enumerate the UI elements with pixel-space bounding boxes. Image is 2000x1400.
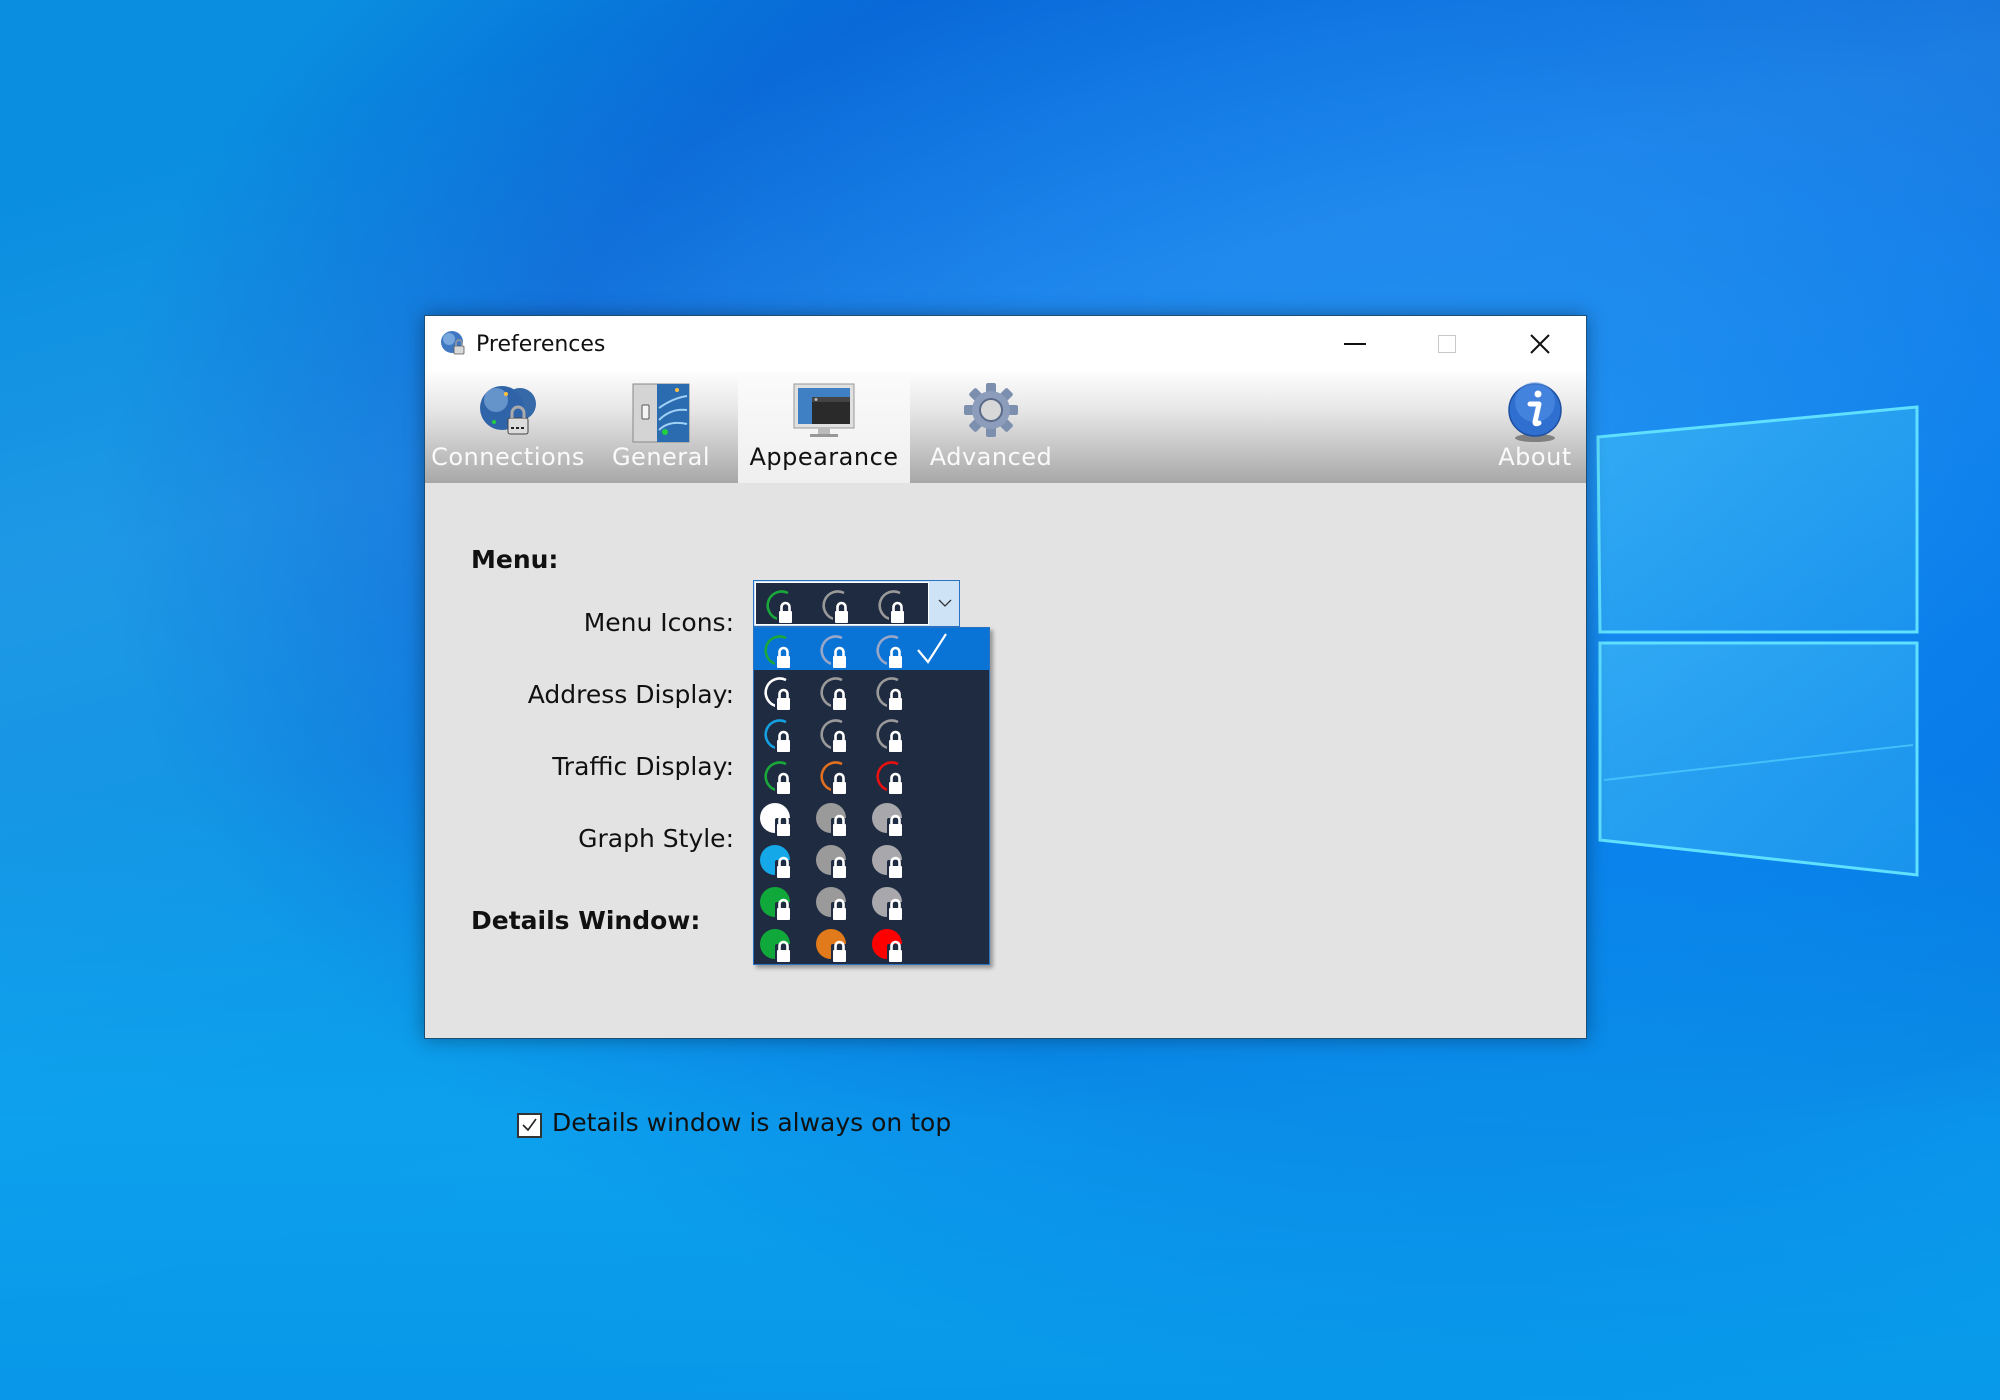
dropdown-option[interactable]	[754, 796, 989, 838]
maximize-button[interactable]	[1402, 316, 1492, 372]
tab-label: Appearance	[749, 443, 899, 471]
ring-lock-icon	[820, 677, 848, 710]
ring-lock-icon	[822, 590, 850, 623]
ring-lock-icon	[766, 590, 794, 623]
title-bar[interactable]: Preferences	[425, 316, 1586, 372]
icon-set	[758, 756, 908, 796]
disc-lock-icon	[760, 887, 792, 920]
close-button[interactable]	[1495, 316, 1585, 372]
ring-lock-icon	[876, 761, 904, 794]
info-icon	[1508, 382, 1562, 442]
ring-lock-icon	[764, 677, 792, 710]
tab-label: General	[611, 443, 711, 471]
dropdown-option[interactable]	[754, 880, 989, 922]
appearance-panel: Menu: Menu Icons: Address Display: Traff…	[425, 483, 1586, 1138]
dropdown-option[interactable]	[754, 838, 989, 880]
ring-lock-icon	[876, 719, 904, 752]
tab-advanced[interactable]: Advanced	[911, 372, 1071, 483]
traffic-display-label: Traffic Display:	[552, 752, 734, 781]
minimize-button[interactable]	[1310, 316, 1400, 372]
windows-logo-pane-top	[1596, 405, 1919, 634]
dropdown-option[interactable]	[754, 670, 989, 712]
dropdown-option[interactable]	[754, 922, 989, 964]
windows-logo-pane-bottom	[1598, 641, 1919, 877]
details-window-section-title: Details Window:	[471, 906, 701, 935]
tab-appearance[interactable]: Appearance	[738, 372, 910, 483]
switch-panel-icon	[632, 383, 690, 443]
selected-checkmark-icon	[917, 633, 947, 664]
icon-set	[758, 798, 908, 838]
disc-lock-icon	[816, 803, 848, 836]
gear-icon	[964, 383, 1018, 437]
minimize-icon	[1344, 343, 1366, 345]
tab-label: Advanced	[929, 443, 1053, 471]
disc-lock-icon	[872, 887, 904, 920]
ring-lock-icon	[764, 719, 792, 752]
icon-set	[758, 672, 908, 712]
dropdown-option[interactable]	[754, 628, 989, 670]
ring-lock-icon	[876, 677, 904, 710]
address-display-label: Address Display:	[527, 680, 734, 709]
disc-lock-icon	[872, 845, 904, 878]
icon-set	[760, 585, 910, 625]
menu-icons-dropdown-list[interactable]	[753, 627, 990, 965]
dropdown-option[interactable]	[754, 754, 989, 796]
maximize-icon	[1438, 335, 1456, 353]
menu-icons-current-value[interactable]	[755, 582, 929, 625]
ring-lock-icon	[878, 590, 906, 623]
icon-set	[758, 924, 908, 964]
tab-label: Connections	[431, 443, 585, 471]
menu-icons-label: Menu Icons:	[583, 608, 734, 637]
icon-set	[758, 882, 908, 922]
disc-lock-icon	[816, 929, 848, 962]
dropdown-button[interactable]	[930, 581, 959, 626]
ring-lock-icon	[764, 761, 792, 794]
disc-lock-icon	[872, 803, 904, 836]
monitor-icon	[793, 383, 855, 437]
globe-lock-icon	[480, 386, 536, 435]
disc-lock-icon	[760, 845, 792, 878]
details-always-on-top-checkbox[interactable]	[517, 1113, 542, 1138]
disc-lock-icon	[760, 929, 792, 962]
icon-set	[758, 714, 908, 754]
tab-connections[interactable]: Connections	[431, 372, 585, 483]
graph-style-label: Graph Style:	[578, 824, 734, 853]
checkmark-icon	[522, 1118, 537, 1132]
ring-lock-icon	[820, 719, 848, 752]
disc-lock-icon	[816, 845, 848, 878]
ring-lock-icon	[820, 761, 848, 794]
tab-about[interactable]: About	[1495, 372, 1575, 483]
tab-label: About	[1498, 443, 1572, 471]
ring-lock-icon	[764, 635, 792, 668]
details-always-on-top-label[interactable]: Details window is always on top	[552, 1108, 951, 1137]
disc-lock-icon	[872, 929, 904, 962]
menu-icons-combobox[interactable]	[753, 580, 960, 627]
preferences-toolbar: Connections General Appearance Advanced …	[425, 372, 1586, 483]
menu-section-title: Menu:	[471, 545, 559, 574]
tab-general[interactable]: General	[585, 372, 737, 483]
ring-lock-icon	[876, 635, 904, 668]
disc-lock-icon	[816, 887, 848, 920]
disc-lock-icon	[760, 803, 792, 836]
dropdown-option[interactable]	[754, 712, 989, 754]
chevron-down-icon	[938, 599, 951, 607]
window-title: Preferences	[476, 332, 606, 357]
preferences-window: Preferences Connections General Appearan…	[424, 315, 1587, 1138]
icon-set	[758, 840, 908, 880]
close-icon	[1530, 334, 1550, 354]
app-globe-icon	[441, 331, 465, 355]
icon-set	[758, 630, 908, 670]
ring-lock-icon	[820, 635, 848, 668]
